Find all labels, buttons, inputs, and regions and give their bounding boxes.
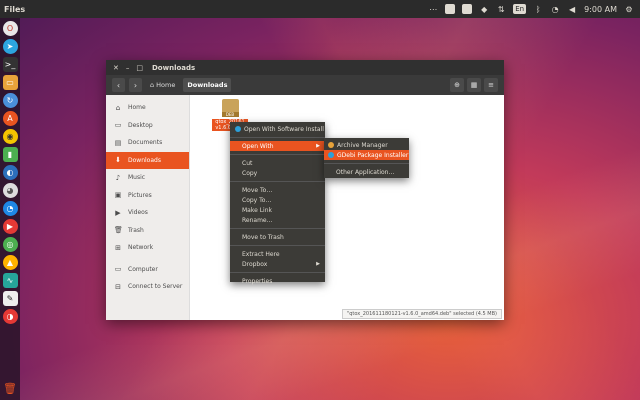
android-icon[interactable]: ▮ <box>2 147 18 162</box>
minimize-icon[interactable]: – <box>126 64 130 72</box>
power-gear-icon[interactable]: ⚙ <box>624 4 634 14</box>
music-icon: ♪ <box>115 173 121 182</box>
home-icon: ⌂ <box>150 81 155 89</box>
menu-copy[interactable]: Copy <box>230 168 325 178</box>
documents-icon: ▤ <box>114 138 122 147</box>
gdebi-icon <box>328 152 334 158</box>
menu-open-with-software-install[interactable]: Open With Software Install <box>230 124 325 134</box>
location-button[interactable]: ⊕ <box>450 78 464 92</box>
computer-icon: ▭ <box>114 265 122 274</box>
files-icon[interactable]: ▭ <box>2 75 18 90</box>
indicator-app-icon[interactable] <box>445 4 456 14</box>
pie-app-icon[interactable]: ◑ <box>2 309 18 324</box>
context-menu: Open With Software Install Open With ▶ C… <box>230 122 325 285</box>
indicator-dots-icon[interactable]: ⋯ <box>428 4 438 14</box>
chevron-left-icon: ‹ <box>116 80 121 90</box>
trash-icon: 🗑 <box>114 226 123 235</box>
software-sync-icon[interactable]: ↻ <box>2 93 18 108</box>
top-panel: Files ⋯ ◆ ⇅ En ᛒ ◔ ◀ 9:00 AM ⚙ <box>0 0 640 18</box>
sidebar-item-music[interactable]: ♪ Music <box>106 169 189 187</box>
sidebar-item-home[interactable]: ⌂ Home <box>106 99 189 117</box>
active-app-title: Files <box>4 4 26 14</box>
sidebar-item-documents[interactable]: ▤ Documents <box>106 134 189 152</box>
system-monitor-icon[interactable]: ∿ <box>2 273 18 288</box>
breadcrumb-home[interactable]: ⌂ Home <box>146 78 179 92</box>
forward-button[interactable]: › <box>129 78 142 92</box>
volume-icon[interactable]: ◀ <box>567 4 577 14</box>
crosshair-icon: ⊕ <box>454 81 460 89</box>
opera-browser-icon[interactable]: O <box>2 21 18 36</box>
submenu-archive-manager[interactable]: Archive Manager <box>324 140 409 150</box>
toolbar: ‹ › ⌂ Home Downloads ⊕ ▦ ≡ <box>106 75 504 95</box>
menu-button[interactable]: ≡ <box>484 78 498 92</box>
sidebar-item-videos[interactable]: ▶ Videos <box>106 204 189 222</box>
menu-extract-here[interactable]: Extract Here <box>230 249 325 259</box>
dropbox-icon[interactable]: ◆ <box>479 4 489 14</box>
menu-cut[interactable]: Cut <box>230 158 325 168</box>
breadcrumb-downloads[interactable]: Downloads <box>183 78 232 92</box>
maximize-icon[interactable]: □ <box>136 64 143 72</box>
sidebar-item-downloads[interactable]: ⬇ Downloads <box>106 151 189 169</box>
launcher: O ➤ >_ ▭ ↻ A ◉ ▮ ◐ ◕ ◔ ▶ ◎ ▲ ∿ ✎ ◑ 🗑 <box>0 18 20 400</box>
videos-icon: ▶ <box>115 208 121 217</box>
menu-move-to-trash[interactable]: Move to Trash <box>230 232 325 242</box>
deb-package-icon: DEB <box>221 99 239 117</box>
terminal-icon[interactable]: >_ <box>2 57 18 72</box>
system-settings-icon[interactable]: ◐ <box>2 165 18 180</box>
sidebar: ⌂ Home ▭ Desktop ▤ Documents ⬇ Downloads ♪ Mu… <box>106 95 190 320</box>
submenu-arrow-icon: ▶ <box>316 261 320 267</box>
system-tray: ⋯ ◆ ⇅ En ᛒ ◔ ◀ 9:00 AM ⚙ <box>428 4 640 14</box>
back-button[interactable]: ‹ <box>112 78 125 92</box>
grid-icon: ▦ <box>470 81 478 89</box>
submenu-gdebi-package-installer[interactable]: GDebi Package Installer <box>324 150 409 160</box>
sidebar-item-connect-to-server[interactable]: ⊟ Connect to Server <box>106 278 189 296</box>
downloads-icon: ⬇ <box>115 156 121 165</box>
close-icon[interactable]: ✕ <box>113 64 119 72</box>
menu-copy-to[interactable]: Copy To… <box>230 195 325 205</box>
telegram-icon[interactable]: ➤ <box>2 39 18 54</box>
network-icon[interactable]: ⇅ <box>496 4 506 14</box>
disk-usage-icon[interactable]: ◔ <box>2 201 18 216</box>
sidebar-item-network[interactable]: ⊞ Network <box>106 239 189 257</box>
home-icon: ⌂ <box>115 103 121 112</box>
vlc-icon[interactable]: ▲ <box>2 255 18 270</box>
status-bar: "qtox_201611180121-v1.6.0_amd64.deb" sel… <box>341 309 502 319</box>
menu-make-link[interactable]: Make Link <box>230 205 325 215</box>
menu-rename[interactable]: Rename… <box>230 215 325 225</box>
view-grid-button[interactable]: ▦ <box>467 78 481 92</box>
bluetooth-icon[interactable]: ᛒ <box>533 4 543 14</box>
trash-icon[interactable]: 🗑 <box>3 381 18 396</box>
sidebar-item-pictures[interactable]: ▣ Pictures <box>106 187 189 205</box>
submenu-other-application[interactable]: Other Application… <box>324 167 409 177</box>
menu-move-to[interactable]: Move To… <box>230 185 325 195</box>
gimp-icon[interactable]: ◕ <box>2 183 18 198</box>
clock[interactable]: 9:00 AM <box>584 5 617 14</box>
sidebar-item-desktop[interactable]: ▭ Desktop <box>106 117 189 135</box>
titlebar: ✕ – □ Downloads <box>106 60 504 75</box>
window-title: Downloads <box>152 63 196 72</box>
menu-properties[interactable]: Properties <box>230 276 325 286</box>
chrome-icon[interactable]: ◎ <box>2 237 18 252</box>
chromium-icon[interactable]: ◉ <box>2 129 18 144</box>
open-with-submenu: Archive Manager GDebi Package Installer … <box>324 138 409 178</box>
desktop-icon: ▭ <box>114 121 122 130</box>
sidebar-item-trash[interactable]: 🗑 Trash <box>106 222 189 240</box>
software-center-icon[interactable]: A <box>2 111 18 126</box>
network-icon: ⊞ <box>115 243 121 252</box>
sidebar-item-computer[interactable]: ▭ Computer <box>106 261 189 279</box>
wifi-icon[interactable]: ◔ <box>550 4 560 14</box>
inkscape-icon[interactable]: ✎ <box>2 291 18 306</box>
archive-manager-icon <box>328 142 334 148</box>
software-install-icon <box>235 126 241 132</box>
indicator-sync-icon[interactable] <box>462 4 473 14</box>
menu-dropbox[interactable]: Dropbox ▶ <box>230 259 325 269</box>
chevron-right-icon: › <box>133 80 138 90</box>
hamburger-icon: ≡ <box>488 81 494 89</box>
menu-open-with[interactable]: Open With ▶ <box>230 141 325 151</box>
server-icon: ⊟ <box>115 282 121 291</box>
keyboard-layout[interactable]: En <box>513 4 527 14</box>
pictures-icon: ▣ <box>114 191 122 200</box>
submenu-arrow-icon: ▶ <box>316 143 320 149</box>
music-player-icon[interactable]: ▶ <box>2 219 18 234</box>
